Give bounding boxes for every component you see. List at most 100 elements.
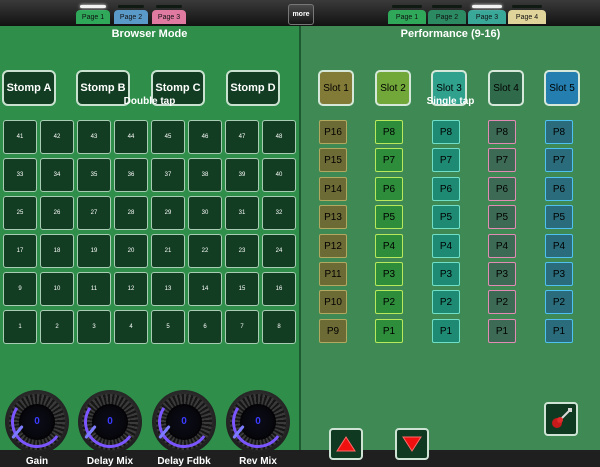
slot-2-preset-p2[interactable]: P2 [375, 290, 403, 314]
preset-button-8[interactable]: 8 [262, 310, 296, 344]
preset-button-20[interactable]: 20 [114, 234, 148, 268]
preset-button-14[interactable]: 14 [188, 272, 222, 306]
slot-2-preset-p1[interactable]: P1 [375, 319, 403, 343]
left-tab-page-3[interactable]: Page 3 [152, 5, 186, 24]
preset-button-45[interactable]: 45 [151, 120, 185, 154]
scroll-down-button[interactable] [395, 428, 429, 460]
preset-button-9[interactable]: 9 [3, 272, 37, 306]
more-button[interactable]: more [288, 4, 314, 25]
slot-5-preset-p1[interactable]: P1 [545, 319, 573, 343]
preset-button-24[interactable]: 24 [262, 234, 296, 268]
slot-5-preset-p7[interactable]: P7 [545, 148, 573, 172]
slot-4-preset-p6[interactable]: P6 [488, 177, 516, 201]
preset-button-36[interactable]: 36 [114, 158, 148, 192]
preset-button-39[interactable]: 39 [225, 158, 259, 192]
guitar-button[interactable] [544, 402, 578, 436]
preset-button-19[interactable]: 19 [77, 234, 111, 268]
preset-button-22[interactable]: 22 [188, 234, 222, 268]
left-tab-page-2[interactable]: Page 2 [114, 5, 148, 24]
slot-5-preset-p6[interactable]: P6 [545, 177, 573, 201]
preset-button-2[interactable]: 2 [40, 310, 74, 344]
preset-button-41[interactable]: 41 [3, 120, 37, 154]
preset-button-25[interactable]: 25 [3, 196, 37, 230]
slot-4-preset-p1[interactable]: P1 [488, 319, 516, 343]
gain-knob[interactable]: 0 [5, 390, 69, 454]
rev-mix-knob[interactable]: 0 [226, 390, 290, 454]
slot-2-preset-p7[interactable]: P7 [375, 148, 403, 172]
preset-button-44[interactable]: 44 [114, 120, 148, 154]
preset-button-27[interactable]: 27 [77, 196, 111, 230]
slot-3-preset-p8[interactable]: P8 [432, 120, 460, 144]
preset-button-17[interactable]: 17 [3, 234, 37, 268]
preset-button-10[interactable]: 10 [40, 272, 74, 306]
right-tab-page-1[interactable]: Page 1 [388, 5, 426, 24]
preset-button-12[interactable]: 12 [114, 272, 148, 306]
slot-1-preset-p16[interactable]: P16 [319, 120, 347, 144]
preset-button-33[interactable]: 33 [3, 158, 37, 192]
preset-button-46[interactable]: 46 [188, 120, 222, 154]
delay-mix-knob[interactable]: 0 [78, 390, 142, 454]
slot-3-preset-p5[interactable]: P5 [432, 205, 460, 229]
slot-2-preset-p8[interactable]: P8 [375, 120, 403, 144]
preset-button-38[interactable]: 38 [188, 158, 222, 192]
slot-4-preset-p4[interactable]: P4 [488, 234, 516, 258]
preset-button-47[interactable]: 47 [225, 120, 259, 154]
scroll-up-button[interactable] [329, 428, 363, 460]
preset-button-5[interactable]: 5 [151, 310, 185, 344]
preset-button-1[interactable]: 1 [3, 310, 37, 344]
preset-button-16[interactable]: 16 [262, 272, 296, 306]
preset-button-26[interactable]: 26 [40, 196, 74, 230]
slot-5-preset-p8[interactable]: P8 [545, 120, 573, 144]
slot-5-preset-p5[interactable]: P5 [545, 205, 573, 229]
preset-button-48[interactable]: 48 [262, 120, 296, 154]
preset-button-42[interactable]: 42 [40, 120, 74, 154]
delay-fdbk-knob[interactable]: 0 [152, 390, 216, 454]
slot-1-preset-p10[interactable]: P10 [319, 290, 347, 314]
preset-button-21[interactable]: 21 [151, 234, 185, 268]
slot-5-preset-p3[interactable]: P3 [545, 262, 573, 286]
preset-button-29[interactable]: 29 [151, 196, 185, 230]
preset-button-31[interactable]: 31 [225, 196, 259, 230]
left-tab-page-1[interactable]: Page 1 [76, 5, 110, 24]
preset-button-35[interactable]: 35 [77, 158, 111, 192]
slot-4-preset-p8[interactable]: P8 [488, 120, 516, 144]
slot-1-preset-p15[interactable]: P15 [319, 148, 347, 172]
preset-button-4[interactable]: 4 [114, 310, 148, 344]
slot-4-preset-p5[interactable]: P5 [488, 205, 516, 229]
preset-button-18[interactable]: 18 [40, 234, 74, 268]
slot-3-preset-p2[interactable]: P2 [432, 290, 460, 314]
slot-5-preset-p2[interactable]: P2 [545, 290, 573, 314]
preset-button-7[interactable]: 7 [225, 310, 259, 344]
slot-2-preset-p3[interactable]: P3 [375, 262, 403, 286]
preset-button-3[interactable]: 3 [77, 310, 111, 344]
preset-button-37[interactable]: 37 [151, 158, 185, 192]
preset-button-15[interactable]: 15 [225, 272, 259, 306]
slot-3-preset-p1[interactable]: P1 [432, 319, 460, 343]
slot-4-preset-p3[interactable]: P3 [488, 262, 516, 286]
slot-3-preset-p4[interactable]: P4 [432, 234, 460, 258]
slot-3-preset-p7[interactable]: P7 [432, 148, 460, 172]
slot-1-preset-p11[interactable]: P11 [319, 262, 347, 286]
preset-button-30[interactable]: 30 [188, 196, 222, 230]
slot-1-preset-p13[interactable]: P13 [319, 205, 347, 229]
preset-button-13[interactable]: 13 [151, 272, 185, 306]
right-tab-page-4[interactable]: Page 4 [508, 5, 546, 24]
slot-4-preset-p7[interactable]: P7 [488, 148, 516, 172]
slot-5-preset-p4[interactable]: P4 [545, 234, 573, 258]
preset-button-34[interactable]: 34 [40, 158, 74, 192]
preset-button-43[interactable]: 43 [77, 120, 111, 154]
right-tab-page-2[interactable]: Page 2 [428, 5, 466, 24]
slot-3-preset-p6[interactable]: P6 [432, 177, 460, 201]
slot-4-preset-p2[interactable]: P2 [488, 290, 516, 314]
preset-button-28[interactable]: 28 [114, 196, 148, 230]
slot-1-preset-p14[interactable]: P14 [319, 177, 347, 201]
preset-button-40[interactable]: 40 [262, 158, 296, 192]
slot-1-preset-p12[interactable]: P12 [319, 234, 347, 258]
preset-button-6[interactable]: 6 [188, 310, 222, 344]
preset-button-11[interactable]: 11 [77, 272, 111, 306]
right-tab-page-3[interactable]: Page 3 [468, 5, 506, 24]
slot-1-preset-p9[interactable]: P9 [319, 319, 347, 343]
slot-2-preset-p4[interactable]: P4 [375, 234, 403, 258]
preset-button-23[interactable]: 23 [225, 234, 259, 268]
slot-3-preset-p3[interactable]: P3 [432, 262, 460, 286]
